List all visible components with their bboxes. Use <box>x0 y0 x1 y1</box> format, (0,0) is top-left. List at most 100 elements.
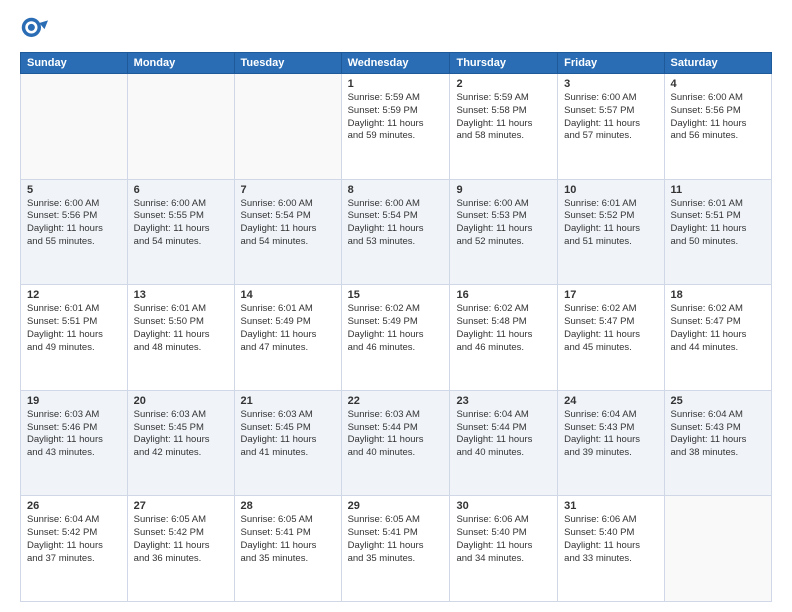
day-number: 7 <box>241 184 335 196</box>
week-row-3: 19 Sunrise: 6:03 AM Sunset: 5:46 PM Dayli… <box>21 390 772 496</box>
day-info: Sunrise: 6:03 AM Sunset: 5:45 PM Dayligh… <box>134 409 228 460</box>
day-info: Sunrise: 5:59 AM Sunset: 5:59 PM Dayligh… <box>348 92 444 143</box>
day-info: Sunrise: 6:01 AM Sunset: 5:51 PM Dayligh… <box>27 303 121 354</box>
day-cell: 20 Sunrise: 6:03 AM Sunset: 5:45 PM Dayli… <box>127 390 234 496</box>
day-number: 8 <box>348 184 444 196</box>
week-row-1: 5 Sunrise: 6:00 AM Sunset: 5:56 PM Daylig… <box>21 179 772 285</box>
day-number: 31 <box>564 500 657 512</box>
logo <box>20 16 52 44</box>
day-number: 29 <box>348 500 444 512</box>
day-number: 22 <box>348 395 444 407</box>
day-number: 16 <box>456 289 551 301</box>
day-cell: 16 Sunrise: 6:02 AM Sunset: 5:48 PM Dayli… <box>450 285 558 391</box>
day-info: Sunrise: 6:04 AM Sunset: 5:44 PM Dayligh… <box>456 409 551 460</box>
day-number: 13 <box>134 289 228 301</box>
day-number: 10 <box>564 184 657 196</box>
day-number: 24 <box>564 395 657 407</box>
day-number: 1 <box>348 78 444 90</box>
day-cell: 10 Sunrise: 6:01 AM Sunset: 5:52 PM Dayli… <box>558 179 664 285</box>
day-info: Sunrise: 6:02 AM Sunset: 5:47 PM Dayligh… <box>671 303 765 354</box>
day-number: 27 <box>134 500 228 512</box>
day-info: Sunrise: 6:05 AM Sunset: 5:41 PM Dayligh… <box>348 514 444 565</box>
day-cell: 13 Sunrise: 6:01 AM Sunset: 5:50 PM Dayli… <box>127 285 234 391</box>
day-cell: 26 Sunrise: 6:04 AM Sunset: 5:42 PM Dayli… <box>21 496 128 602</box>
day-number: 20 <box>134 395 228 407</box>
day-info: Sunrise: 6:06 AM Sunset: 5:40 PM Dayligh… <box>564 514 657 565</box>
day-info: Sunrise: 6:05 AM Sunset: 5:42 PM Dayligh… <box>134 514 228 565</box>
logo-icon <box>20 16 48 44</box>
day-cell: 9 Sunrise: 6:00 AM Sunset: 5:53 PM Daylig… <box>450 179 558 285</box>
day-cell <box>127 74 234 180</box>
day-number: 12 <box>27 289 121 301</box>
day-cell: 31 Sunrise: 6:06 AM Sunset: 5:40 PM Dayli… <box>558 496 664 602</box>
day-cell: 17 Sunrise: 6:02 AM Sunset: 5:47 PM Dayli… <box>558 285 664 391</box>
day-number: 9 <box>456 184 551 196</box>
day-cell: 19 Sunrise: 6:03 AM Sunset: 5:46 PM Dayli… <box>21 390 128 496</box>
day-info: Sunrise: 6:06 AM Sunset: 5:40 PM Dayligh… <box>456 514 551 565</box>
calendar-header: SundayMondayTuesdayWednesdayThursdayFrid… <box>21 53 772 74</box>
day-number: 5 <box>27 184 121 196</box>
day-info: Sunrise: 6:02 AM Sunset: 5:47 PM Dayligh… <box>564 303 657 354</box>
day-cell: 1 Sunrise: 5:59 AM Sunset: 5:59 PM Daylig… <box>341 74 450 180</box>
day-number: 3 <box>564 78 657 90</box>
day-cell <box>664 496 771 602</box>
day-cell: 3 Sunrise: 6:00 AM Sunset: 5:57 PM Daylig… <box>558 74 664 180</box>
day-cell: 24 Sunrise: 6:04 AM Sunset: 5:43 PM Dayli… <box>558 390 664 496</box>
day-info: Sunrise: 6:00 AM Sunset: 5:53 PM Dayligh… <box>456 198 551 249</box>
day-info: Sunrise: 6:01 AM Sunset: 5:50 PM Dayligh… <box>134 303 228 354</box>
day-info: Sunrise: 6:00 AM Sunset: 5:56 PM Dayligh… <box>27 198 121 249</box>
week-row-0: 1 Sunrise: 5:59 AM Sunset: 5:59 PM Daylig… <box>21 74 772 180</box>
day-number: 6 <box>134 184 228 196</box>
day-number: 11 <box>671 184 765 196</box>
day-info: Sunrise: 6:04 AM Sunset: 5:43 PM Dayligh… <box>564 409 657 460</box>
header-day-friday: Friday <box>558 53 664 74</box>
day-cell: 29 Sunrise: 6:05 AM Sunset: 5:41 PM Dayli… <box>341 496 450 602</box>
day-cell: 2Sunrise: 5:59 AM Sunset: 5:58 PM Daylig… <box>450 74 558 180</box>
day-info: Sunrise: 6:04 AM Sunset: 5:42 PM Dayligh… <box>27 514 121 565</box>
calendar-body: 1 Sunrise: 5:59 AM Sunset: 5:59 PM Daylig… <box>21 74 772 602</box>
header-day-thursday: Thursday <box>450 53 558 74</box>
calendar-table: SundayMondayTuesdayWednesdayThursdayFrid… <box>20 52 772 602</box>
day-number: 28 <box>241 500 335 512</box>
header-day-monday: Monday <box>127 53 234 74</box>
day-number: 4 <box>671 78 765 90</box>
day-cell: 5 Sunrise: 6:00 AM Sunset: 5:56 PM Daylig… <box>21 179 128 285</box>
day-number: 17 <box>564 289 657 301</box>
day-number: 14 <box>241 289 335 301</box>
day-number: 25 <box>671 395 765 407</box>
day-info: Sunrise: 6:03 AM Sunset: 5:45 PM Dayligh… <box>241 409 335 460</box>
day-cell: 7 Sunrise: 6:00 AM Sunset: 5:54 PM Daylig… <box>234 179 341 285</box>
day-number: 21 <box>241 395 335 407</box>
day-info: Sunrise: 6:00 AM Sunset: 5:57 PM Dayligh… <box>564 92 657 143</box>
day-info: Sunrise: 6:02 AM Sunset: 5:49 PM Dayligh… <box>348 303 444 354</box>
day-info: Sunrise: 6:00 AM Sunset: 5:54 PM Dayligh… <box>241 198 335 249</box>
day-cell: 21 Sunrise: 6:03 AM Sunset: 5:45 PM Dayli… <box>234 390 341 496</box>
day-cell: 15Sunrise: 6:02 AM Sunset: 5:49 PM Dayli… <box>341 285 450 391</box>
day-cell: 4 Sunrise: 6:00 AM Sunset: 5:56 PM Daylig… <box>664 74 771 180</box>
day-cell: 18 Sunrise: 6:02 AM Sunset: 5:47 PM Dayli… <box>664 285 771 391</box>
day-cell: 28 Sunrise: 6:05 AM Sunset: 5:41 PM Dayli… <box>234 496 341 602</box>
week-row-2: 12 Sunrise: 6:01 AM Sunset: 5:51 PM Dayli… <box>21 285 772 391</box>
header <box>20 16 772 44</box>
day-number: 2 <box>456 78 551 90</box>
header-day-wednesday: Wednesday <box>341 53 450 74</box>
day-cell <box>234 74 341 180</box>
day-number: 18 <box>671 289 765 301</box>
day-cell: 14Sunrise: 6:01 AM Sunset: 5:49 PM Dayli… <box>234 285 341 391</box>
day-info: Sunrise: 6:03 AM Sunset: 5:44 PM Dayligh… <box>348 409 444 460</box>
day-info: Sunrise: 6:05 AM Sunset: 5:41 PM Dayligh… <box>241 514 335 565</box>
day-number: 30 <box>456 500 551 512</box>
day-cell <box>21 74 128 180</box>
day-info: Sunrise: 6:00 AM Sunset: 5:55 PM Dayligh… <box>134 198 228 249</box>
day-number: 26 <box>27 500 121 512</box>
day-number: 19 <box>27 395 121 407</box>
day-info: Sunrise: 6:03 AM Sunset: 5:46 PM Dayligh… <box>27 409 121 460</box>
day-info: Sunrise: 6:02 AM Sunset: 5:48 PM Dayligh… <box>456 303 551 354</box>
header-row: SundayMondayTuesdayWednesdayThursdayFrid… <box>21 53 772 74</box>
day-cell: 27 Sunrise: 6:05 AM Sunset: 5:42 PM Dayli… <box>127 496 234 602</box>
day-cell: 22 Sunrise: 6:03 AM Sunset: 5:44 PM Dayli… <box>341 390 450 496</box>
day-info: Sunrise: 6:01 AM Sunset: 5:52 PM Dayligh… <box>564 198 657 249</box>
week-row-4: 26 Sunrise: 6:04 AM Sunset: 5:42 PM Dayli… <box>21 496 772 602</box>
day-info: Sunrise: 6:00 AM Sunset: 5:56 PM Dayligh… <box>671 92 765 143</box>
day-cell: 23Sunrise: 6:04 AM Sunset: 5:44 PM Dayli… <box>450 390 558 496</box>
